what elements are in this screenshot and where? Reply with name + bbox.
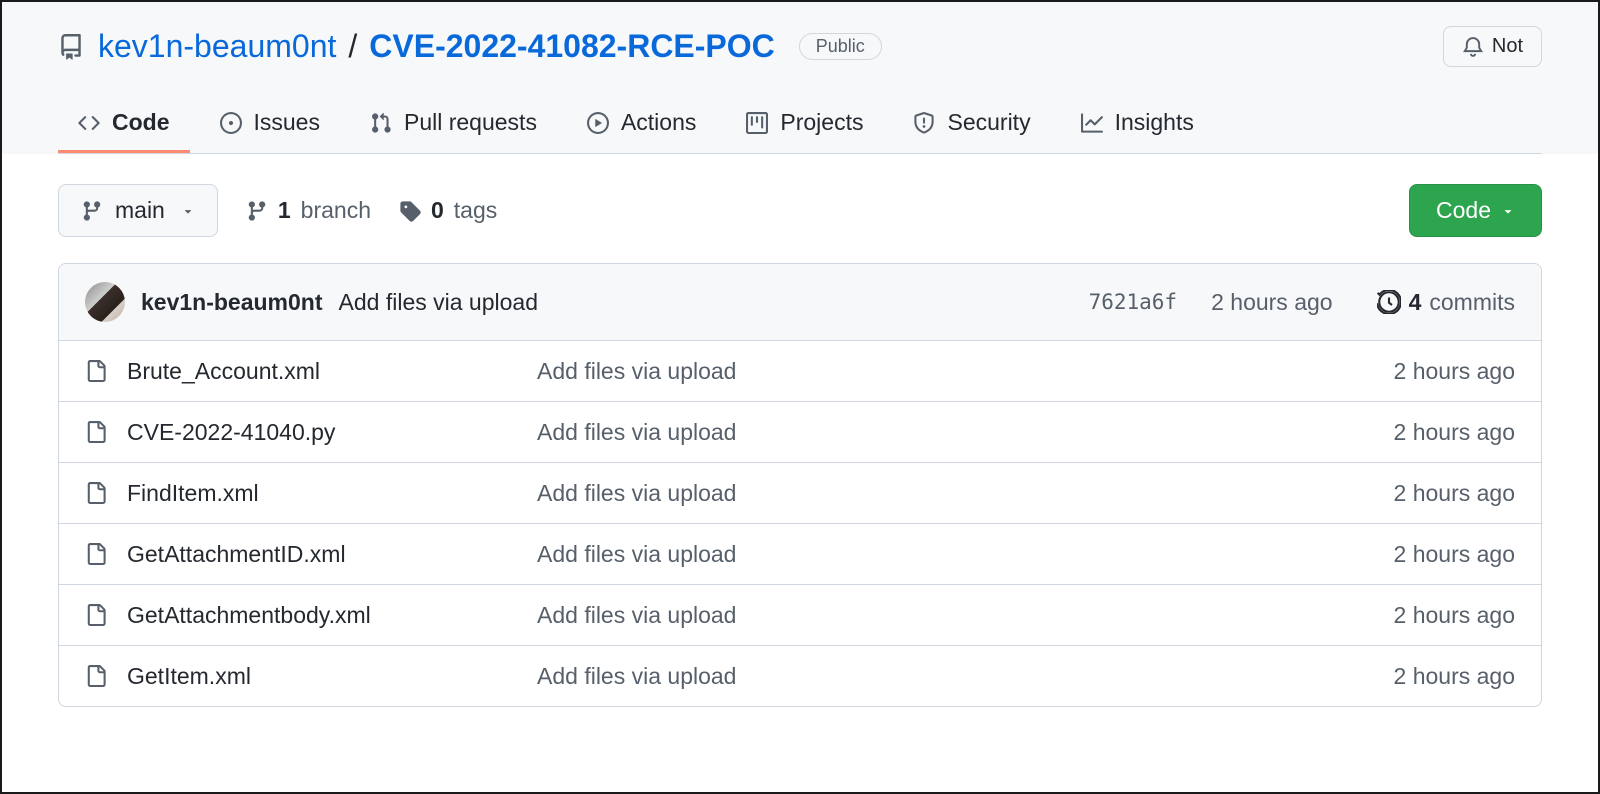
file-name-link[interactable]: Brute_Account.xml <box>127 358 517 385</box>
tab-label: Pull requests <box>404 109 537 136</box>
commits-history-link[interactable]: 4 commits <box>1377 289 1515 316</box>
visibility-badge: Public <box>799 33 882 60</box>
notifications-button[interactable]: Not <box>1443 26 1542 67</box>
file-name-link[interactable]: GetAttachmentbody.xml <box>127 602 517 629</box>
repo-icon <box>58 34 84 60</box>
file-toolbar: main 1 branch 0 tags Code <box>58 184 1542 237</box>
file-row: CVE-2022-41040.py Add files via upload 2 h… <box>59 402 1541 463</box>
file-time: 2 hours ago <box>1394 663 1515 690</box>
owner-link[interactable]: kev1n-beaum0nt <box>98 28 336 65</box>
file-time: 2 hours ago <box>1394 419 1515 446</box>
file-commit-message-link[interactable]: Add files via upload <box>537 541 1374 568</box>
commits-count: 4 <box>1409 289 1422 316</box>
file-name-link[interactable]: FindItem.xml <box>127 480 517 507</box>
branch-count: 1 <box>278 197 291 224</box>
code-label: Code <box>1436 197 1491 224</box>
file-row: GetItem.xml Add files via upload 2 hours a… <box>59 646 1541 706</box>
repo-header: kev1n-beaum0nt / CVE-2022-41082-RCE-POC … <box>2 2 1598 154</box>
file-listing: kev1n-beaum0nt Add files via upload 7621… <box>58 263 1542 707</box>
commit-message-link[interactable]: Add files via upload <box>339 289 538 316</box>
tab-security[interactable]: Security <box>893 95 1050 153</box>
tab-label: Code <box>112 109 170 136</box>
tab-icon <box>78 112 100 134</box>
caret-down-icon <box>181 204 195 218</box>
tab-icon <box>370 112 392 134</box>
tab-label: Issues <box>254 109 320 136</box>
avatar[interactable] <box>85 282 125 322</box>
file-icon <box>85 662 107 690</box>
latest-commit-row: kev1n-beaum0nt Add files via upload 7621… <box>59 264 1541 341</box>
repo-tabs: Code Issues Pull requests Actions Projects Se… <box>58 95 1542 154</box>
tag-icon <box>399 200 421 222</box>
tab-label: Actions <box>621 109 696 136</box>
file-time: 2 hours ago <box>1394 602 1515 629</box>
tab-insights[interactable]: Insights <box>1061 95 1214 153</box>
file-icon <box>85 601 107 629</box>
commits-label: commits <box>1429 289 1515 316</box>
main-content: main 1 branch 0 tags Code <box>2 154 1598 737</box>
file-name-link[interactable]: CVE-2022-41040.py <box>127 419 517 446</box>
file-time: 2 hours ago <box>1394 480 1515 507</box>
header-actions: Not <box>1443 26 1542 67</box>
notifications-label: Not <box>1492 35 1523 58</box>
file-time: 2 hours ago <box>1394 358 1515 385</box>
file-icon <box>85 357 107 385</box>
commit-author-link[interactable]: kev1n-beaum0nt <box>141 289 323 316</box>
file-name-link[interactable]: GetItem.xml <box>127 663 517 690</box>
title-separator: / <box>348 28 357 65</box>
file-row: FindItem.xml Add files via upload 2 hours … <box>59 463 1541 524</box>
tab-icon <box>913 112 935 134</box>
branch-count-label: branch <box>301 197 371 224</box>
file-commit-message-link[interactable]: Add files via upload <box>537 358 1374 385</box>
tab-actions[interactable]: Actions <box>567 95 716 153</box>
tab-label: Insights <box>1115 109 1194 136</box>
file-icon <box>85 479 107 507</box>
tag-count-label: tags <box>454 197 497 224</box>
tab-icon <box>587 112 609 134</box>
branches-link[interactable]: 1 branch <box>246 197 371 224</box>
tab-label: Projects <box>780 109 863 136</box>
file-commit-message-link[interactable]: Add files via upload <box>537 480 1374 507</box>
tab-pull-requests[interactable]: Pull requests <box>350 95 557 153</box>
tab-icon <box>1081 112 1103 134</box>
tab-code[interactable]: Code <box>58 95 190 153</box>
repo-title: kev1n-beaum0nt / CVE-2022-41082-RCE-POC <box>98 28 775 65</box>
tab-issues[interactable]: Issues <box>200 95 340 153</box>
file-name-link[interactable]: GetAttachmentID.xml <box>127 541 517 568</box>
commit-time: 2 hours ago <box>1211 289 1332 316</box>
file-commit-message-link[interactable]: Add files via upload <box>537 419 1374 446</box>
file-time: 2 hours ago <box>1394 541 1515 568</box>
git-branch-icon <box>246 200 268 222</box>
history-icon <box>1377 290 1401 314</box>
branch-select-button[interactable]: main <box>58 184 218 237</box>
code-download-button[interactable]: Code <box>1409 184 1542 237</box>
caret-down-icon <box>1501 204 1515 218</box>
repo-name-link[interactable]: CVE-2022-41082-RCE-POC <box>369 28 775 65</box>
tab-projects[interactable]: Projects <box>726 95 883 153</box>
file-icon <box>85 540 107 568</box>
file-commit-message-link[interactable]: Add files via upload <box>537 602 1374 629</box>
tag-count: 0 <box>431 197 444 224</box>
tab-icon <box>220 112 242 134</box>
file-row: Brute_Account.xml Add files via upload 2 h… <box>59 341 1541 402</box>
tags-link[interactable]: 0 tags <box>399 197 497 224</box>
tab-label: Security <box>947 109 1030 136</box>
branch-name: main <box>115 197 165 224</box>
commit-sha-link[interactable]: 7621a6f <box>1089 290 1178 314</box>
tab-icon <box>746 112 768 134</box>
file-commit-message-link[interactable]: Add files via upload <box>537 663 1374 690</box>
file-row: GetAttachmentbody.xml Add files via uploa… <box>59 585 1541 646</box>
bell-icon <box>1462 36 1484 58</box>
repo-title-row: kev1n-beaum0nt / CVE-2022-41082-RCE-POC … <box>58 26 1542 67</box>
file-icon <box>85 418 107 446</box>
file-row: GetAttachmentID.xml Add files via upload 2… <box>59 524 1541 585</box>
git-branch-icon <box>81 200 103 222</box>
